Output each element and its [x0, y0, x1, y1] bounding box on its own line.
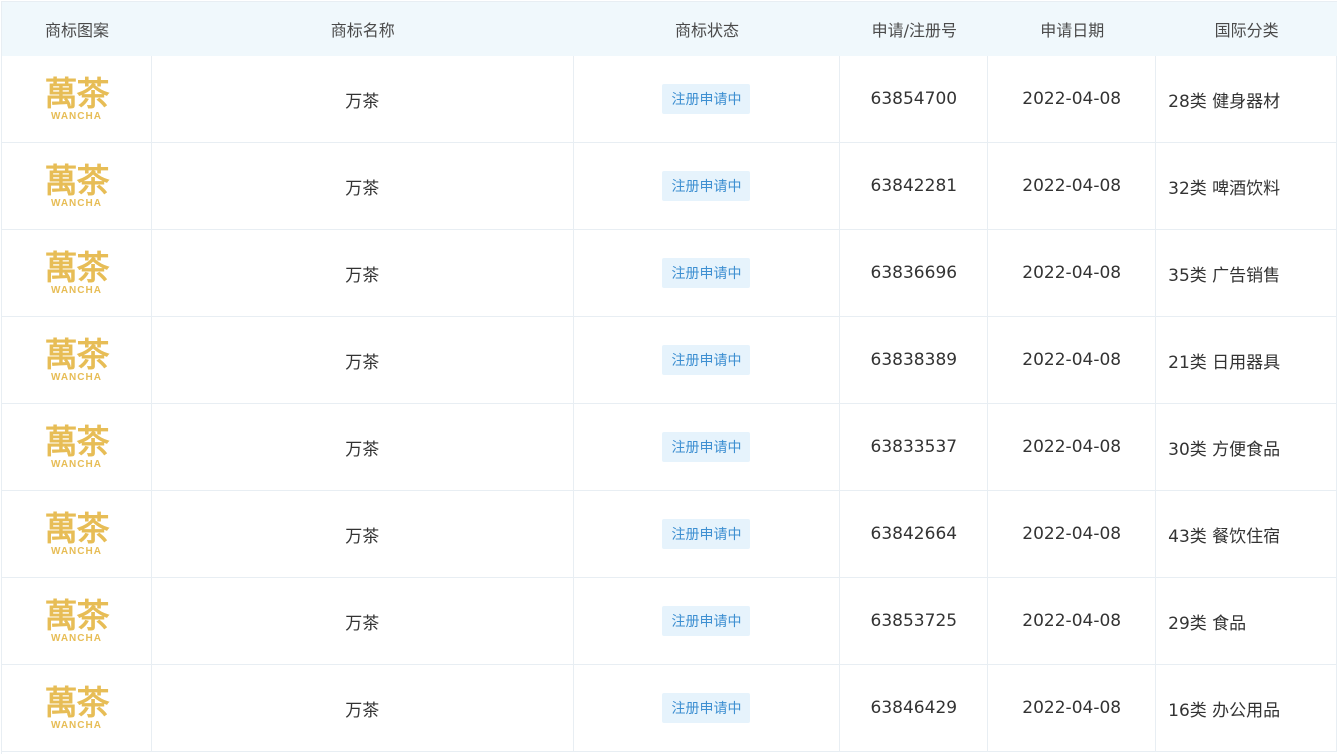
- status-badge: 注册申请中: [662, 258, 751, 288]
- logo-sub-text: WANCHA: [50, 545, 102, 557]
- table-row[interactable]: 萬茶 WANCHA 万茶 注册申请中 63846429 2022-04-08 1…: [2, 665, 1338, 752]
- table-row[interactable]: 萬茶 WANCHA 万茶 注册申请中 63838389 2022-04-08 2…: [2, 317, 1338, 404]
- trademark-name[interactable]: 万茶: [152, 665, 574, 751]
- trademark-logo[interactable]: 萬茶 WANCHA: [44, 508, 109, 557]
- status-cell: 注册申请中: [574, 404, 841, 490]
- registration-number[interactable]: 63842281: [840, 143, 989, 229]
- trademark-logo-cell[interactable]: 萬茶 WANCHA: [2, 578, 152, 664]
- logo-main-text: 萬茶: [44, 508, 109, 548]
- status-badge: 注册申请中: [662, 432, 751, 462]
- logo-sub-text: WANCHA: [50, 458, 102, 470]
- table-row[interactable]: 萬茶 WANCHA 万茶 注册申请中 63854700 2022-04-08 2…: [2, 56, 1338, 143]
- header-name: 商标名称: [330, 21, 395, 40]
- trademark-logo-cell[interactable]: 萬茶 WANCHA: [2, 404, 152, 490]
- trademark-table: 商标图案 商标名称 商标状态 申请/注册号 申请日期 国际分类 萬茶 WANCH…: [1, 1, 1338, 754]
- table-header: 商标图案 商标名称 商标状态 申请/注册号 申请日期 国际分类: [2, 2, 1337, 56]
- trademark-logo[interactable]: 萬茶 WANCHA: [44, 334, 109, 383]
- international-class: 21类 日用器具: [1156, 317, 1338, 403]
- status-cell: 注册申请中: [574, 317, 841, 403]
- registration-number[interactable]: 63853725: [840, 578, 989, 664]
- logo-main-text: 萬茶: [44, 160, 109, 200]
- status-badge: 注册申请中: [662, 519, 751, 549]
- trademark-name[interactable]: 万茶: [152, 230, 574, 316]
- registration-number[interactable]: 63842664: [840, 491, 989, 577]
- international-class: 30类 方便食品: [1156, 404, 1338, 490]
- status-badge: 注册申请中: [662, 84, 751, 114]
- international-class: 35类 广告销售: [1156, 230, 1338, 316]
- status-cell: 注册申请中: [574, 578, 841, 664]
- logo-sub-text: WANCHA: [50, 371, 102, 383]
- application-date: 2022-04-08: [988, 317, 1157, 403]
- trademark-logo[interactable]: 萬茶 WANCHA: [44, 682, 109, 731]
- international-class: 28类 健身器材: [1156, 56, 1338, 142]
- logo-sub-text: WANCHA: [50, 110, 102, 122]
- header-regno: 申请/注册号: [871, 21, 958, 40]
- application-date: 2022-04-08: [988, 578, 1157, 664]
- international-class: 43类 餐饮住宿: [1156, 491, 1338, 577]
- table-row[interactable]: 萬茶 WANCHA 万茶 注册申请中 63842664 2022-04-08 4…: [2, 491, 1338, 578]
- table-row[interactable]: 萬茶 WANCHA 万茶 注册申请中 63836696 2022-04-08 3…: [2, 230, 1338, 317]
- logo-sub-text: WANCHA: [50, 719, 102, 731]
- trademark-name[interactable]: 万茶: [152, 143, 574, 229]
- trademark-logo-cell[interactable]: 萬茶 WANCHA: [2, 143, 152, 229]
- trademark-logo[interactable]: 萬茶 WANCHA: [44, 421, 109, 470]
- international-class: 29类 食品: [1156, 578, 1338, 664]
- trademark-name[interactable]: 万茶: [152, 317, 574, 403]
- trademark-name[interactable]: 万茶: [152, 491, 574, 577]
- registration-number[interactable]: 63854700: [840, 56, 989, 142]
- logo-sub-text: WANCHA: [50, 197, 102, 209]
- international-class: 32类 啤酒饮料: [1156, 143, 1338, 229]
- status-badge: 注册申请中: [662, 693, 751, 723]
- trademark-name[interactable]: 万茶: [152, 578, 574, 664]
- trademark-logo-cell[interactable]: 萬茶 WANCHA: [2, 491, 152, 577]
- trademark-name[interactable]: 万茶: [152, 56, 574, 142]
- trademark-logo-cell[interactable]: 萬茶 WANCHA: [2, 317, 152, 403]
- logo-main-text: 萬茶: [44, 421, 109, 461]
- trademark-logo[interactable]: 萬茶 WANCHA: [44, 595, 109, 644]
- status-badge: 注册申请中: [662, 606, 751, 636]
- logo-main-text: 萬茶: [44, 247, 109, 287]
- table-row[interactable]: 萬茶 WANCHA 万茶 注册申请中 63842281 2022-04-08 3…: [2, 143, 1338, 230]
- registration-number[interactable]: 63833537: [840, 404, 989, 490]
- trademark-logo-cell[interactable]: 萬茶 WANCHA: [2, 665, 152, 751]
- header-class: 国际分类: [1214, 21, 1279, 40]
- status-cell: 注册申请中: [574, 230, 841, 316]
- status-badge: 注册申请中: [662, 171, 751, 201]
- application-date: 2022-04-08: [988, 56, 1157, 142]
- status-cell: 注册申请中: [574, 143, 841, 229]
- trademark-logo-cell[interactable]: 萬茶 WANCHA: [2, 56, 152, 142]
- logo-main-text: 萬茶: [44, 595, 109, 635]
- application-date: 2022-04-08: [988, 491, 1157, 577]
- header-logo: 商标图案: [44, 21, 109, 40]
- status-cell: 注册申请中: [574, 491, 841, 577]
- trademark-logo[interactable]: 萬茶 WANCHA: [44, 160, 109, 209]
- application-date: 2022-04-08: [988, 230, 1157, 316]
- logo-main-text: 萬茶: [44, 334, 109, 374]
- registration-number[interactable]: 63846429: [840, 665, 989, 751]
- logo-sub-text: WANCHA: [50, 284, 102, 296]
- trademark-logo-cell[interactable]: 萬茶 WANCHA: [2, 230, 152, 316]
- registration-number[interactable]: 63838389: [840, 317, 989, 403]
- trademark-logo[interactable]: 萬茶 WANCHA: [44, 247, 109, 296]
- header-status: 商标状态: [674, 21, 739, 40]
- application-date: 2022-04-08: [988, 404, 1157, 490]
- status-badge: 注册申请中: [662, 345, 751, 375]
- trademark-logo[interactable]: 萬茶 WANCHA: [44, 73, 109, 122]
- table-row[interactable]: 萬茶 WANCHA 万茶 注册申请中 63853725 2022-04-08 2…: [2, 578, 1338, 665]
- application-date: 2022-04-08: [988, 143, 1157, 229]
- status-cell: 注册申请中: [574, 56, 841, 142]
- application-date: 2022-04-08: [988, 665, 1157, 751]
- status-cell: 注册申请中: [574, 665, 841, 751]
- logo-main-text: 萬茶: [44, 682, 109, 722]
- header-date: 申请日期: [1040, 21, 1105, 40]
- registration-number[interactable]: 63836696: [840, 230, 989, 316]
- table-row[interactable]: 萬茶 WANCHA 万茶 注册申请中 63833537 2022-04-08 3…: [2, 404, 1338, 491]
- trademark-name[interactable]: 万茶: [152, 404, 574, 490]
- international-class: 16类 办公用品: [1156, 665, 1338, 751]
- logo-sub-text: WANCHA: [50, 632, 102, 644]
- logo-main-text: 萬茶: [44, 73, 109, 113]
